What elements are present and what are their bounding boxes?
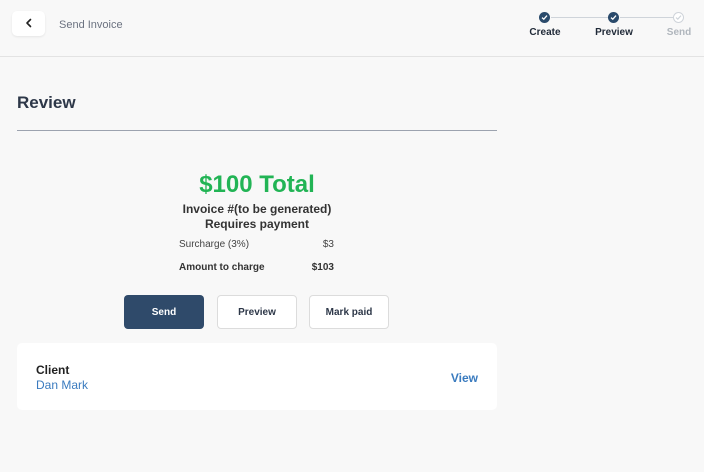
step-check-icon [539,12,550,23]
surcharge-label: Surcharge (3%) [179,239,250,250]
mark-paid-button[interactable]: Mark paid [309,295,389,329]
amount-row: Amount to charge $103 [179,262,334,273]
step-send: Send [666,27,692,38]
client-title: Client [36,363,70,377]
invoice-number: Invoice #(to be generated) [182,202,332,216]
back-button[interactable] [12,11,45,36]
step-check-icon [608,12,619,23]
page-title: Review [17,93,76,112]
client-name: Dan Mark [36,378,89,392]
step-create: Create [529,27,561,38]
top-bar: Send Invoice Create Preview Send [0,0,704,57]
step-connector [620,17,678,18]
send-button[interactable]: Send [124,295,204,329]
amount-value: $103 [311,262,334,273]
surcharge-value: $3 [322,239,334,250]
progress-stepper: Create Preview Send [520,10,700,42]
page-label: Send Invoice [59,19,123,31]
preview-button[interactable]: Preview [217,295,297,329]
chevron-left-icon [24,15,34,33]
surcharge-row: Surcharge (3%) $3 [179,239,334,250]
amount-label: Amount to charge [179,262,265,273]
title-divider [17,130,497,131]
step-preview: Preview [595,27,633,38]
view-client-link[interactable]: View [451,371,478,385]
step-check-icon [673,12,684,23]
step-connector [551,17,609,18]
client-card: Client Dan Mark View [17,343,497,410]
payment-status: Requires payment [204,217,310,231]
invoice-total: $100 Total [199,171,315,198]
